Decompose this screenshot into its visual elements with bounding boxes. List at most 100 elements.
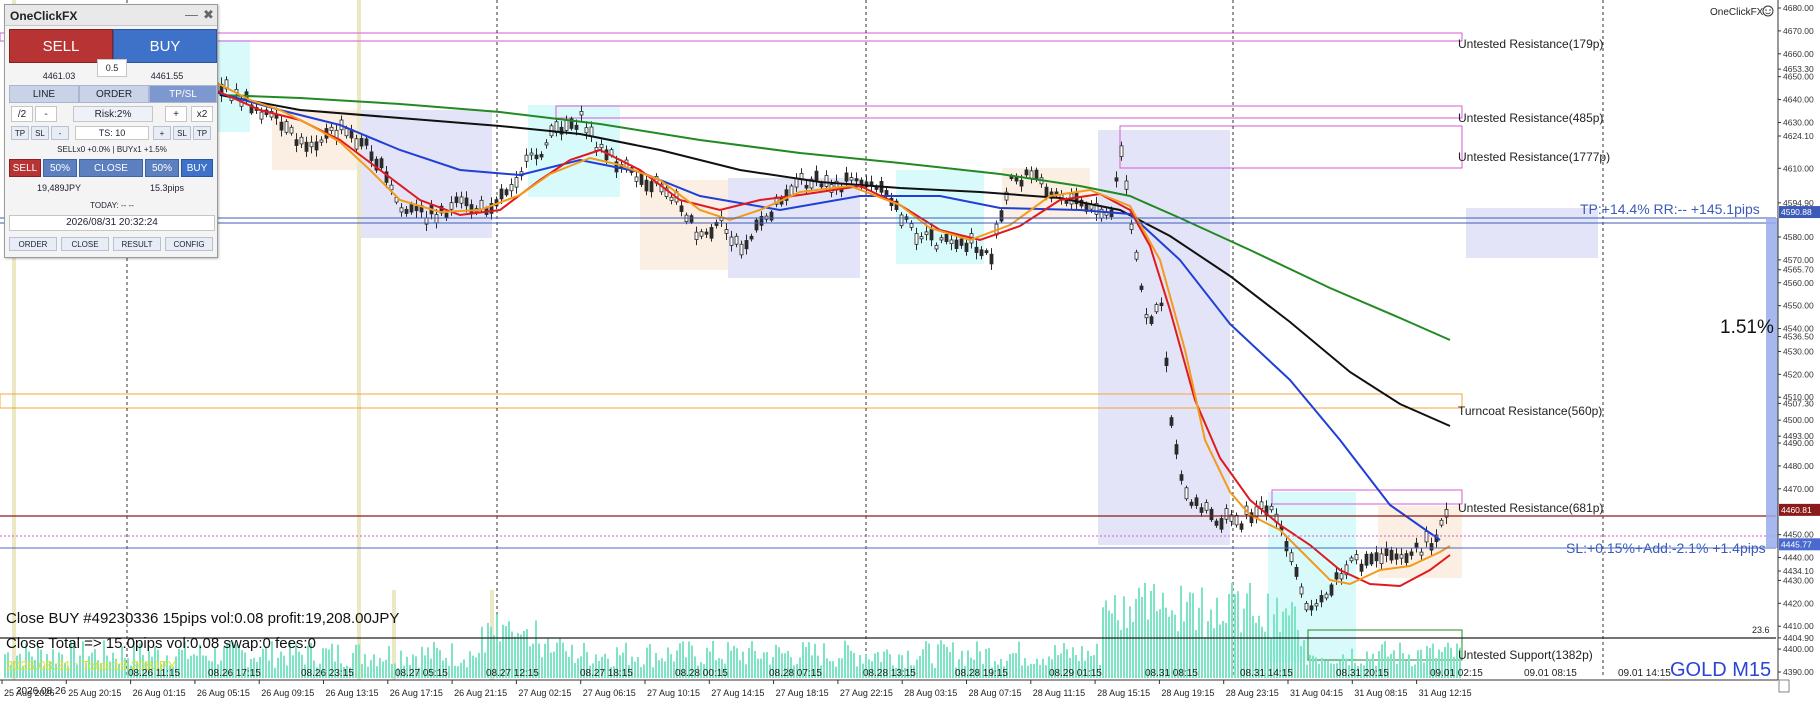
price-chart[interactable]: Untested Resistance(179p) Untested Resis… — [0, 0, 1820, 720]
ts-field[interactable]: TS: 10 — [75, 126, 149, 140]
candle-body — [909, 223, 914, 228]
minimize-icon[interactable]: — — [185, 7, 198, 22]
volume-bar — [196, 655, 198, 678]
volume-bar — [640, 667, 642, 678]
close-icon[interactable]: ✖ — [203, 7, 214, 23]
risk-plus-button[interactable]: + — [165, 106, 187, 122]
candle-body — [1024, 169, 1029, 176]
close-button[interactable]: CLOSE — [61, 237, 109, 251]
volume-bar — [751, 641, 753, 678]
tp-sl-range-bar[interactable] — [1766, 218, 1778, 548]
candle-body — [1159, 302, 1164, 307]
volume-bar — [844, 640, 846, 678]
volume-bar — [1108, 610, 1110, 678]
candle-body — [1114, 177, 1119, 182]
candle-body — [639, 173, 644, 185]
candle-body — [404, 208, 409, 214]
volume-bar — [1399, 642, 1401, 678]
close-50-left-button[interactable]: 50% — [43, 159, 77, 177]
candle-body — [579, 111, 584, 116]
volume-bar — [637, 657, 639, 678]
volume-bar — [841, 658, 843, 678]
volume-bar — [1315, 657, 1317, 678]
volume-bar — [745, 664, 747, 678]
risk-minus-button[interactable]: - — [35, 106, 57, 122]
volume-bar — [1030, 663, 1032, 678]
config-button[interactable]: CONFIG — [165, 237, 213, 251]
candle-body — [1234, 514, 1239, 526]
close-50-right-button[interactable]: 50% — [145, 159, 179, 177]
order-button[interactable]: ORDER — [9, 237, 57, 251]
price-axis[interactable]: 4680.004670.004660.004653.304650.004640.… — [1778, 3, 1820, 677]
volume-bar — [1021, 665, 1023, 678]
candle-body — [849, 177, 854, 181]
risk-double-button[interactable]: x2 — [191, 106, 213, 122]
candle-body — [984, 250, 989, 254]
result-button[interactable]: RESULT — [113, 237, 161, 251]
tab-order[interactable]: ORDER — [79, 85, 149, 103]
price-tick-label: 4460.81 — [1781, 505, 1812, 515]
candle-body — [749, 235, 754, 240]
candle-body — [814, 170, 819, 181]
risk-half-button[interactable]: /2 — [11, 106, 33, 122]
volume-bar — [472, 655, 474, 678]
volume-bar — [1405, 661, 1407, 678]
candle-body — [1324, 593, 1329, 599]
oneclickfx-panel[interactable]: OneClickFX — ✖ SELL BUY 0.5 4461.03 4461… — [4, 4, 218, 258]
tp-left-button[interactable]: TP — [11, 126, 29, 140]
price-tick-label: 4490.00 — [1783, 438, 1814, 448]
volume-bar — [832, 661, 834, 678]
close-buy-button[interactable]: BUY — [181, 159, 213, 177]
volume-bar — [1267, 593, 1269, 678]
buy-button[interactable]: BUY — [113, 29, 217, 63]
sl-left-button[interactable]: SL — [31, 126, 49, 140]
volume-bar — [385, 659, 387, 678]
candle-body — [1319, 595, 1324, 603]
volume-bar — [937, 644, 939, 678]
price-tick-label: 4640.00 — [1783, 95, 1814, 105]
price-tick-label: 4680.00 — [1783, 3, 1814, 13]
volume-bar — [757, 658, 759, 678]
volume-bar — [562, 642, 564, 678]
volume-bar — [364, 654, 366, 678]
time-label: 28 Aug 15:15 — [1097, 688, 1150, 698]
scroll-end-icon[interactable] — [1778, 679, 1790, 693]
tab-line[interactable]: LINE — [9, 85, 79, 103]
volume-bar — [1042, 658, 1044, 678]
volume-bar — [574, 663, 576, 678]
candle-body — [309, 141, 314, 148]
time-axis-bottom[interactable]: 25 Aug 2026 25 Aug 20:15 26 Aug 01:15 26 Au… — [1, 680, 1472, 698]
volume-bar — [298, 651, 300, 678]
price-tick-label: 4624.10 — [1783, 131, 1814, 141]
ts-minus-button[interactable]: - — [51, 126, 69, 140]
panel-titlebar[interactable]: OneClickFX — ✖ — [5, 5, 217, 26]
tp-right-button[interactable]: TP — [193, 126, 211, 140]
ts-plus-button[interactable]: + — [153, 126, 171, 140]
risk-field[interactable]: Risk:2% — [73, 106, 153, 122]
volume-bar — [547, 638, 549, 678]
candle-body — [989, 253, 994, 265]
time-label: 09.01 08:15 — [1524, 668, 1577, 679]
candle-body — [1174, 444, 1179, 455]
volume-bar — [742, 651, 744, 678]
volume-bar — [202, 655, 204, 678]
close-sell-button[interactable]: SELL — [9, 159, 41, 177]
volume-bar — [1408, 654, 1410, 678]
volume-bar — [934, 667, 936, 678]
tab-tp-sl[interactable]: TP/SL — [149, 85, 217, 103]
price-tick-label: 4440.00 — [1783, 553, 1814, 563]
candle-body — [1299, 586, 1304, 595]
volume-bar — [1237, 591, 1239, 678]
volume-bar — [931, 663, 933, 678]
time-label: 25 Aug 20:15 — [68, 688, 121, 698]
close-all-button[interactable]: CLOSE — [79, 159, 143, 177]
candle-body — [1219, 518, 1224, 530]
candle-body — [854, 178, 859, 182]
volume-bar — [376, 666, 378, 678]
candle-body — [1119, 145, 1124, 157]
sl-right-button[interactable]: SL — [173, 126, 191, 140]
candle-body — [414, 205, 419, 212]
volume-bar — [1246, 593, 1248, 678]
sell-button[interactable]: SELL — [9, 29, 113, 63]
volume-bar — [553, 651, 555, 678]
